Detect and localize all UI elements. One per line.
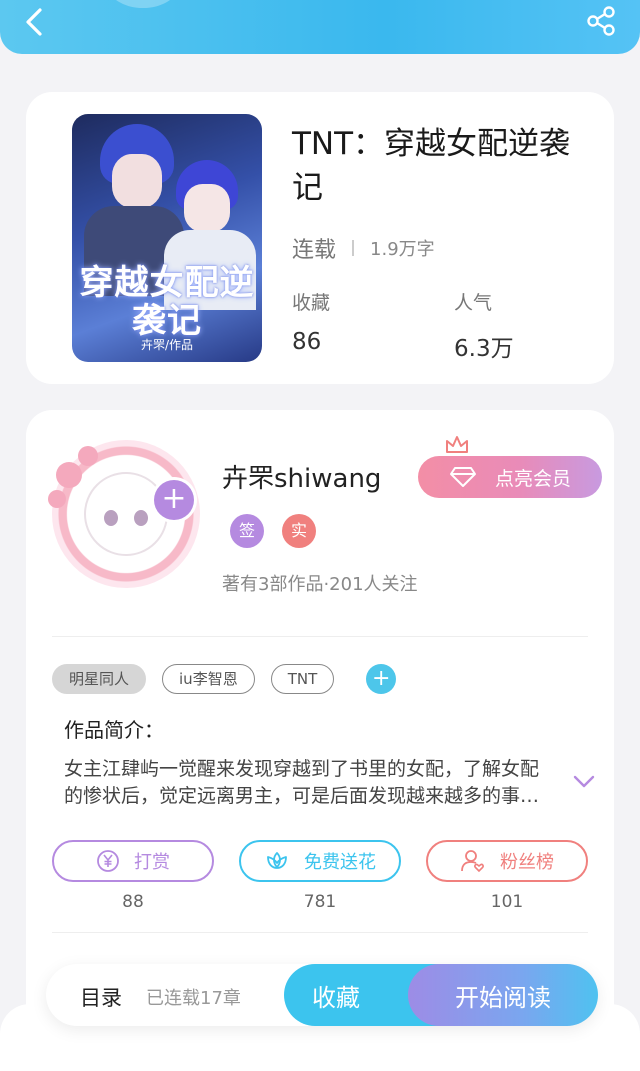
tag[interactable]: 明星同人 xyxy=(52,664,147,694)
add-tag-button[interactable]: + xyxy=(366,664,397,694)
intro-title: 作品简介： xyxy=(64,718,164,742)
send-flower-button[interactable]: 免费送花 xyxy=(239,840,401,882)
fans-label: 粉丝榜 xyxy=(500,852,554,873)
flower-action: 免费送花 781 xyxy=(239,840,401,912)
yen-icon xyxy=(97,850,119,872)
book-info-card: 穿越女配逆袭记 卉罘/作品 TNT：穿越女配逆袭记 连载 1.9万字 收藏 86… xyxy=(26,92,614,384)
book-status: 连载 xyxy=(292,238,337,263)
flower-label: 免费送花 xyxy=(304,852,376,873)
reward-count: 88 xyxy=(122,892,144,912)
flower-decoration xyxy=(56,462,82,488)
start-reading-button[interactable]: 开始阅读 xyxy=(408,964,598,1026)
follow-plus-button[interactable]: + xyxy=(154,480,194,520)
favorites-stat: 收藏 86 xyxy=(292,288,330,355)
tag[interactable]: iu李智恩 xyxy=(162,664,255,694)
crown-icon xyxy=(446,436,468,453)
toc-button[interactable]: 目录 xyxy=(80,982,122,1012)
tag[interactable]: TNT xyxy=(270,664,335,694)
fans-count: 101 xyxy=(490,892,524,912)
signed-badge: 签 xyxy=(230,514,264,548)
stat-label: 人气 xyxy=(454,292,493,314)
author-summary: 著有3部作品·201人关注 xyxy=(222,574,418,595)
vip-label: 点亮会员 xyxy=(494,467,571,490)
cover-art xyxy=(112,154,162,208)
chapter-count: 已连载17章 xyxy=(146,988,241,1009)
book-cover[interactable]: 穿越女配逆袭记 卉罘/作品 xyxy=(72,114,262,362)
verified-badge: 实 xyxy=(282,514,316,548)
avatar[interactable]: + xyxy=(38,432,208,602)
popularity-stat: 人气 6.3万 xyxy=(454,288,514,363)
word-count: 1.9万字 xyxy=(370,239,435,260)
reward-button[interactable]: 打赏 xyxy=(52,840,214,882)
action-row: 打赏 88 免费送花 781 粉丝榜 101 xyxy=(52,840,588,920)
avatar-face xyxy=(84,472,168,556)
share-icon[interactable] xyxy=(584,4,618,38)
stat-value: 86 xyxy=(292,329,322,355)
cover-author: 卉罘/作品 xyxy=(140,338,194,352)
reward-label: 打赏 xyxy=(134,852,170,873)
bottom-action-bar: 目录 已连载17章 收藏 开始阅读 xyxy=(46,964,598,1026)
meta-divider xyxy=(352,240,355,256)
flower-count: 781 xyxy=(303,892,337,912)
header-decoration xyxy=(108,0,178,8)
flower-icon xyxy=(267,852,287,869)
chevron-down-icon[interactable] xyxy=(572,774,596,790)
cover-art xyxy=(184,184,230,232)
author-card: + 卉罘shiwang 点亮会员 签 实 著有3部作品·201人关注 明星同人 … xyxy=(26,410,614,1050)
cover-title: 穿越女配逆袭记 xyxy=(79,263,255,341)
vip-button[interactable]: 点亮会员 xyxy=(418,456,602,498)
reward-action: 打赏 88 xyxy=(52,840,214,912)
stat-value: 6.3万 xyxy=(454,336,514,362)
chevron-left-icon[interactable] xyxy=(18,4,54,40)
flower-decoration xyxy=(48,490,66,508)
fans-ranking-button[interactable]: 粉丝榜 xyxy=(426,840,588,882)
flower-decoration xyxy=(78,446,98,466)
book-meta: 连载 1.9万字 xyxy=(292,232,435,264)
divider xyxy=(52,636,588,637)
diamond-icon xyxy=(449,467,476,487)
tag-list: 明星同人 iu李智恩 TNT + xyxy=(52,664,397,694)
fans-action: 粉丝榜 101 xyxy=(426,840,588,912)
avatar-eye xyxy=(104,510,118,526)
author-name[interactable]: 卉罘shiwang xyxy=(222,458,381,495)
fans-icon xyxy=(461,850,484,873)
book-title: TNT：穿越女配逆袭记 xyxy=(292,126,571,206)
avatar-eye xyxy=(134,510,148,526)
stat-label: 收藏 xyxy=(292,292,331,314)
top-bar xyxy=(0,0,640,54)
intro-text: 女主江肆屿一觉醒来发现穿越到了书里的女配，了解女配的惨状后，觉定远离男主，可是后… xyxy=(64,758,540,807)
divider xyxy=(52,932,588,933)
